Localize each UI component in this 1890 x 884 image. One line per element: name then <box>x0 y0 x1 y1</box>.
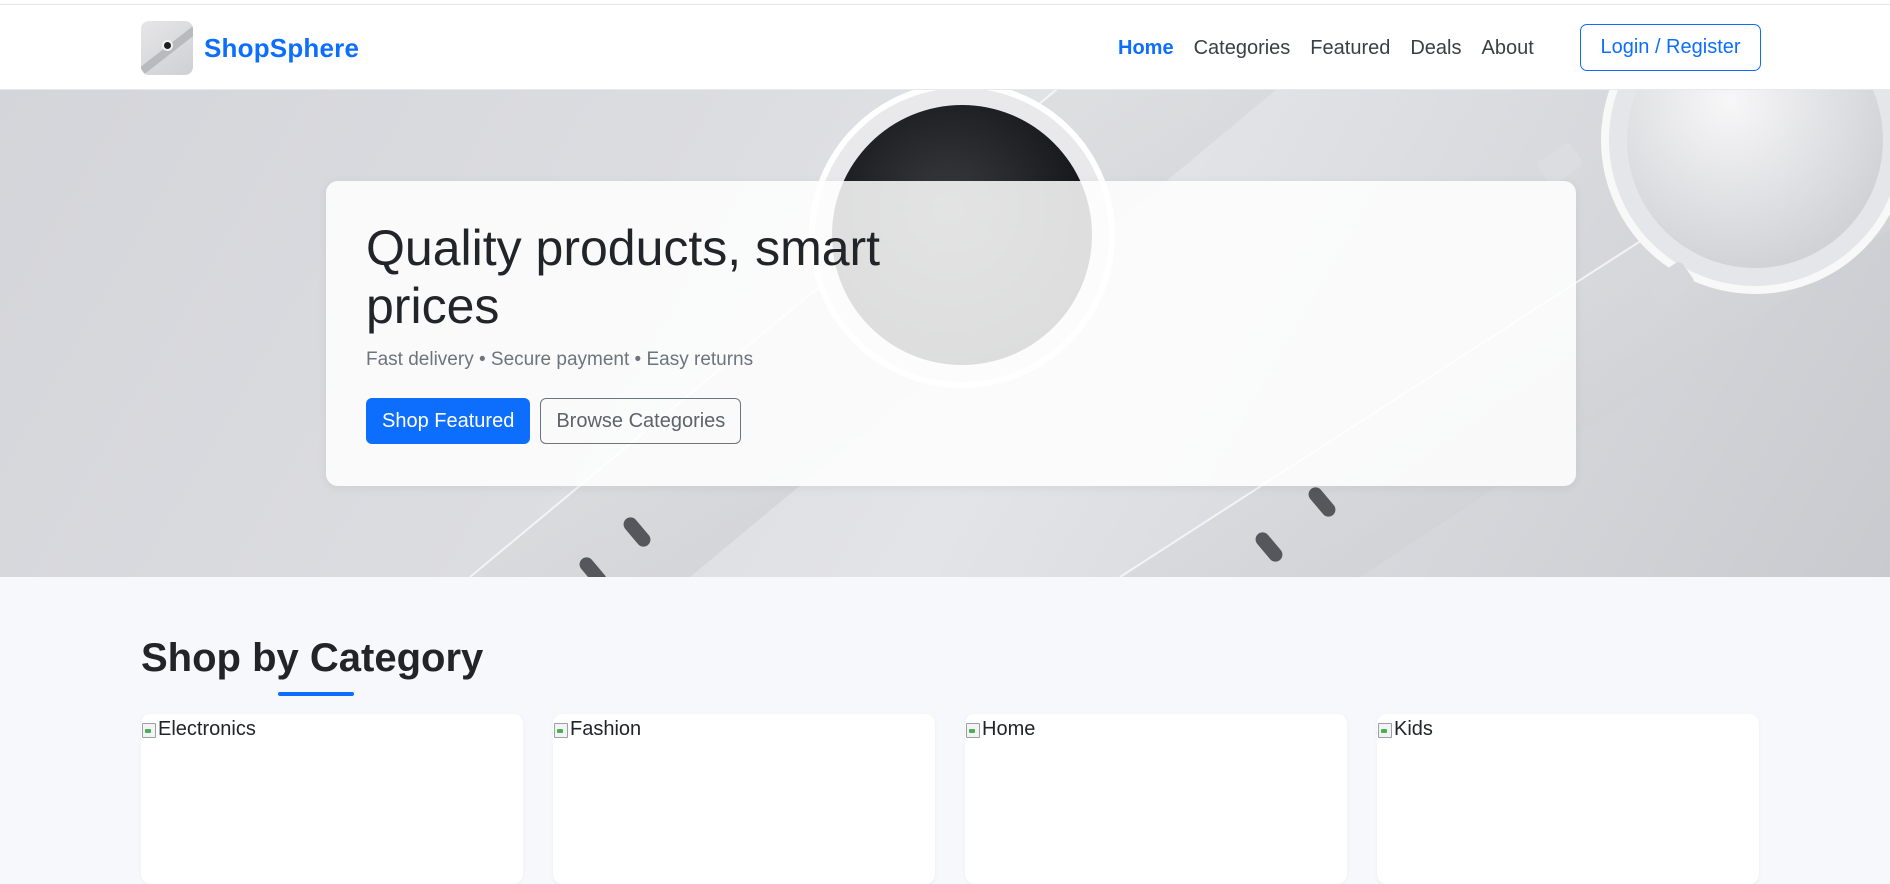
section-title-underline <box>278 692 354 696</box>
brand[interactable]: ShopSphere <box>141 21 359 75</box>
navbar: ShopSphere Home Categories Featured Deal… <box>0 5 1890 90</box>
category-image: Home <box>965 718 1035 741</box>
category-card-home[interactable]: Home <box>965 714 1347 884</box>
category-image-alt: Electronics <box>158 718 256 740</box>
category-card-electronics[interactable]: Electronics <box>141 714 523 884</box>
hero-title: Quality products, smart prices <box>366 220 881 334</box>
broken-image-icon <box>141 722 157 738</box>
broken-image-icon <box>965 722 981 738</box>
shop-featured-button[interactable]: Shop Featured <box>366 398 531 444</box>
hero-banner: Quality products, smart prices Fast deli… <box>0 90 1890 577</box>
hero-buttons: Shop Featured Browse Categories <box>366 398 742 444</box>
nav-link-categories[interactable]: Categories <box>1194 37 1291 60</box>
nav-link-home[interactable]: Home <box>1118 37 1174 60</box>
category-image-alt: Fashion <box>570 718 642 740</box>
nav-link-about[interactable]: About <box>1482 37 1534 60</box>
hero-subtitle: Fast delivery • Secure payment • Easy re… <box>366 349 754 370</box>
nav-link-deals[interactable]: Deals <box>1410 37 1461 60</box>
category-grid: Electronics Fashion Home Kids <box>141 714 1761 884</box>
category-image: Electronics <box>141 718 256 741</box>
category-card-kids[interactable]: Kids <box>1377 714 1759 884</box>
hero-card: Quality products, smart prices Fast deli… <box>326 181 1576 486</box>
section-title-categories: Shop by Category <box>141 636 484 680</box>
category-image: Kids <box>1377 718 1433 741</box>
category-image: Fashion <box>553 718 641 741</box>
category-image-alt: Home <box>982 718 1036 740</box>
login-register-button[interactable]: Login / Register <box>1580 24 1761 71</box>
nav-links: Home Categories Featured Deals About <box>1118 33 1534 63</box>
category-card-fashion[interactable]: Fashion <box>553 714 935 884</box>
broken-image-icon <box>553 722 569 738</box>
brand-name: ShopSphere <box>204 32 360 63</box>
nav-link-featured[interactable]: Featured <box>1310 37 1390 60</box>
watch-logo-icon <box>141 21 193 75</box>
category-image-alt: Kids <box>1394 718 1433 740</box>
broken-image-icon <box>1377 722 1393 738</box>
browse-categories-button[interactable]: Browse Categories <box>540 398 742 444</box>
